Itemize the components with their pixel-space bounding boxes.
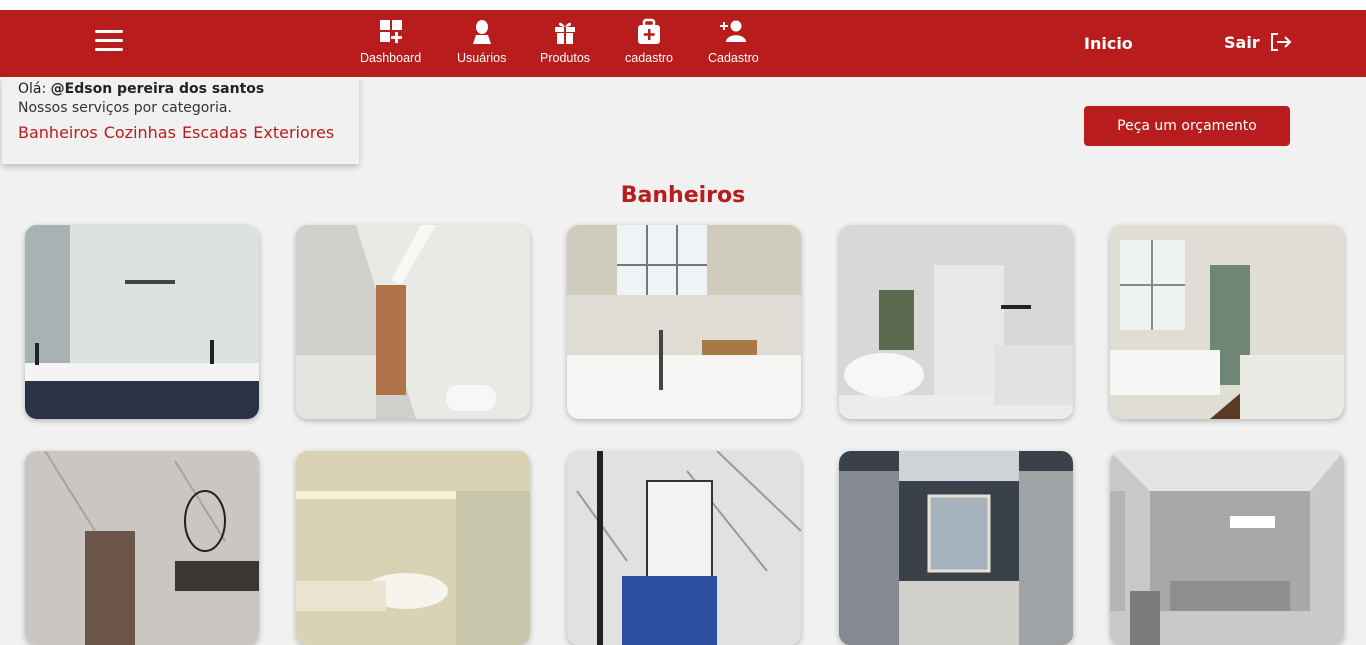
top-navbar: Dashboard Usuários Produtos cadastro Cad… xyxy=(0,10,1366,77)
bathroom-photo-8 xyxy=(567,451,801,645)
bathroom-photo-7 xyxy=(296,451,530,645)
bathroom-photo-3 xyxy=(567,225,801,419)
nav-dashboard-label: Dashboard xyxy=(360,51,422,65)
logout-icon xyxy=(1270,33,1292,51)
gallery-card[interactable] xyxy=(25,225,259,419)
category-link-escadas[interactable]: Escadas xyxy=(182,123,247,142)
nav-cadastro-usuario[interactable]: Cadastro xyxy=(708,18,759,65)
nav-usuarios-label: Usuários xyxy=(457,51,507,65)
category-link-cozinhas[interactable]: Cozinhas xyxy=(104,123,176,142)
nav-inicio-link[interactable]: Inicio xyxy=(1084,34,1133,53)
user-plus-icon xyxy=(720,20,747,42)
username: @Edson pereira dos santos xyxy=(50,81,265,97)
bathroom-photo-6 xyxy=(25,451,259,645)
request-quote-button[interactable]: Peça um orçamento xyxy=(1084,106,1290,146)
nav-sair-link[interactable]: Sair xyxy=(1224,32,1292,52)
gallery-card[interactable] xyxy=(296,451,530,645)
category-link-banheiros[interactable]: Banheiros xyxy=(18,123,98,142)
greeting: Olá: @Edson pereira dos santos xyxy=(18,81,343,97)
gallery-card[interactable] xyxy=(839,451,1073,645)
bathroom-photo-9 xyxy=(839,451,1073,645)
nav-cadastro-produto[interactable]: cadastro xyxy=(625,18,673,65)
user-icon xyxy=(472,20,491,44)
category-link-exteriores[interactable]: Exteriores xyxy=(253,123,334,142)
gallery-card[interactable] xyxy=(296,225,530,419)
gallery-card[interactable] xyxy=(567,225,801,419)
top-strip xyxy=(0,0,1366,10)
section-title: Banheiros xyxy=(620,183,746,208)
bathroom-photo-1 xyxy=(25,225,259,419)
nav-cadastro-produto-label: cadastro xyxy=(625,51,673,65)
gallery-card[interactable] xyxy=(567,451,801,645)
gallery-card[interactable] xyxy=(25,451,259,645)
dashboard-icon xyxy=(379,20,402,43)
greeting-prefix: Olá: xyxy=(18,81,47,97)
nav-cadastro-usuario-label: Cadastro xyxy=(708,51,759,65)
category-links: Banheiros Cozinhas Escadas Exteriores xyxy=(18,123,343,142)
gallery-card[interactable] xyxy=(1110,451,1344,645)
bathroom-photo-10 xyxy=(1110,451,1344,645)
gift-icon xyxy=(555,22,576,44)
nav-produtos[interactable]: Produtos xyxy=(540,18,590,65)
user-info-panel: Olá: @Edson pereira dos santos Nossos se… xyxy=(2,77,359,164)
briefcase-plus-icon xyxy=(637,18,660,44)
bathroom-photo-2 xyxy=(296,225,530,419)
bathroom-photo-5 xyxy=(1110,225,1344,419)
nav-dashboard[interactable]: Dashboard xyxy=(360,18,421,65)
nav-usuarios[interactable]: Usuários xyxy=(457,18,506,65)
menu-icon[interactable] xyxy=(95,30,123,52)
categories-subtitle: Nossos serviços por categoria. xyxy=(18,100,232,116)
gallery-card[interactable] xyxy=(1110,225,1344,419)
sair-label: Sair xyxy=(1224,32,1260,52)
nav-produtos-label: Produtos xyxy=(540,51,591,65)
gallery-card[interactable] xyxy=(839,225,1073,419)
bathroom-photo-4 xyxy=(839,225,1073,419)
